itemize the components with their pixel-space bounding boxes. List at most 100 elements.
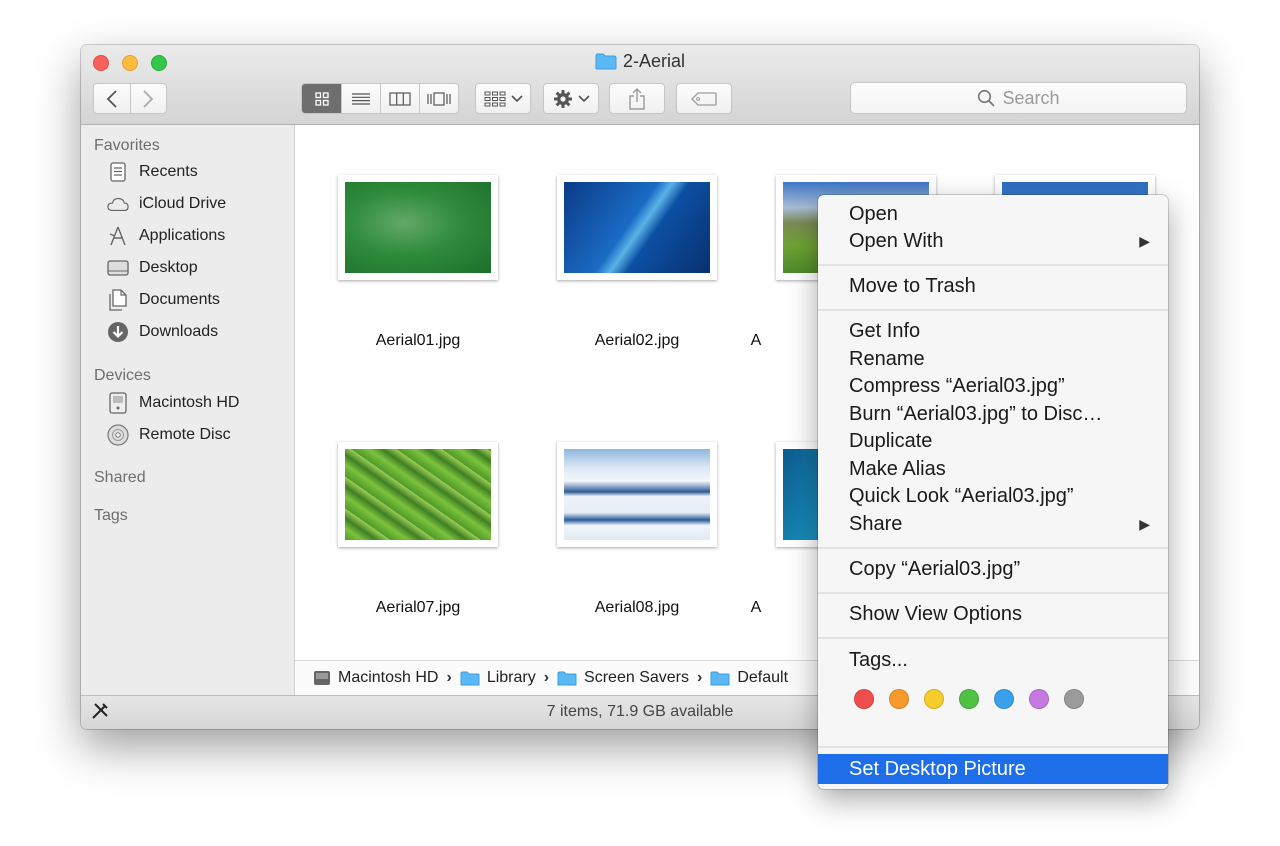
menu-separator (818, 592, 1168, 594)
arrange-button[interactable] (475, 83, 531, 114)
folder-icon (595, 53, 617, 75)
list-view-button[interactable] (341, 84, 380, 113)
tag-orange-button[interactable] (889, 689, 909, 709)
menu-item-get-info[interactable]: Get Info (818, 317, 1168, 345)
menu-item-share[interactable]: Share ▶ (818, 510, 1168, 538)
file-thumbnail (338, 175, 498, 280)
share-button[interactable] (609, 83, 665, 114)
folder-icon (710, 671, 730, 686)
path-segment-default[interactable]: Default (710, 669, 788, 687)
columns-icon (389, 91, 411, 106)
back-button[interactable] (94, 84, 130, 113)
sidebar-item-documents[interactable]: Documents (107, 287, 220, 313)
sidebar-item-label: Documents (139, 291, 220, 308)
tag-green-button[interactable] (959, 689, 979, 709)
search-icon (978, 89, 996, 107)
sidebar-item-downloads[interactable]: Downloads (107, 319, 218, 345)
file-thumbnail (338, 442, 498, 547)
cover-flow-view-button[interactable] (418, 84, 458, 113)
forward-button[interactable] (129, 84, 166, 113)
sidebar-section-tags[interactable]: Tags (94, 507, 128, 525)
grid-icon (315, 91, 329, 106)
gear-icon (553, 89, 572, 108)
path-separator-icon: › (446, 669, 452, 686)
sidebar-section-shared[interactable]: Shared (94, 469, 146, 487)
sidebar-item-label: Desktop (139, 259, 198, 276)
search-field[interactable]: Search (850, 82, 1187, 114)
path-segment-label: Macintosh HD (338, 669, 439, 686)
applications-icon (107, 225, 129, 247)
column-view-button[interactable] (380, 84, 419, 113)
context-menu: Open Open With ▶ Move to Trash Get Info … (818, 195, 1168, 789)
sidebar-item-macintosh-hd[interactable]: Macintosh HD (107, 390, 239, 416)
window-title-text: 2-Aerial (622, 51, 686, 71)
path-separator-icon: › (543, 669, 550, 686)
folder-icon (557, 671, 577, 686)
thumbnail-image (345, 449, 491, 540)
menu-item-set-desktop-picture[interactable]: Set Desktop Picture (818, 754, 1168, 784)
menu-separator (818, 746, 1168, 748)
sidebar-item-remote-disc[interactable]: Remote Disc (107, 422, 231, 448)
sidebar-item-icloud-drive[interactable]: iCloud Drive (107, 191, 226, 217)
action-button[interactable] (543, 83, 599, 114)
thumbnail-image (564, 182, 710, 273)
tag-icon (691, 91, 717, 106)
menu-item-duplicate[interactable]: Duplicate (818, 427, 1168, 455)
cloud-icon (107, 193, 129, 215)
file-name: Aerial07.jpg (375, 599, 461, 616)
disc-icon (107, 424, 129, 446)
path-segment-label: Screen Savers (584, 669, 689, 686)
tag-yellow-button[interactable] (924, 689, 944, 709)
menu-item-label: Share (849, 513, 903, 535)
path-segment-label: Library (486, 669, 536, 686)
sidebar-item-recents[interactable]: Recents (107, 159, 198, 185)
menu-item-show-view-options[interactable]: Show View Options (818, 600, 1168, 628)
menu-item-copy[interactable]: Copy “Aerial03.jpg” (818, 555, 1168, 583)
chevron-right-icon (143, 89, 154, 108)
menu-item-open[interactable]: Open (818, 200, 1168, 228)
documents-icon (107, 289, 129, 311)
submenu-arrow-icon: ▶ (1139, 233, 1150, 249)
menu-item-rename[interactable]: Rename (818, 345, 1168, 373)
menu-item-tags[interactable]: Tags... (818, 646, 1168, 674)
desktop-icon (107, 257, 129, 279)
sidebar-item-applications[interactable]: Applications (107, 223, 225, 249)
sidebar: Favorites Recents iCloud Drive Applicati… (81, 125, 295, 695)
menu-item-make-alias[interactable]: Make Alias (818, 455, 1168, 483)
tag-gray-button[interactable] (1064, 689, 1084, 709)
downloads-icon (107, 321, 129, 343)
tag-blue-button[interactable] (994, 689, 1014, 709)
sidebar-item-label: Downloads (139, 323, 219, 340)
menu-item-quick-look[interactable]: Quick Look “Aerial03.jpg” (818, 482, 1168, 510)
path-segment-library[interactable]: Library (460, 669, 536, 687)
path-separator-icon: › (696, 669, 703, 686)
sidebar-item-label: Recents (139, 163, 198, 180)
list-icon (352, 92, 371, 105)
titlebar: 2-Aerial Search (81, 45, 1199, 125)
menu-item-move-to-trash[interactable]: Move to Trash (818, 272, 1168, 300)
tag-red-button[interactable] (854, 689, 874, 709)
menu-item-compress[interactable]: Compress “Aerial03.jpg” (818, 372, 1168, 400)
menu-item-burn-to-disc[interactable]: Burn “Aerial03.jpg” to Disc… (818, 400, 1168, 428)
edit-tags-button[interactable] (676, 83, 732, 114)
arrange-grid-icon (484, 91, 505, 106)
menu-separator (818, 637, 1168, 639)
menu-separator (818, 309, 1168, 311)
path-segment-macintosh-hd[interactable]: Macintosh HD (313, 669, 438, 687)
menu-item-label: Open With (849, 230, 944, 252)
tag-purple-button[interactable] (1029, 689, 1049, 709)
sidebar-item-desktop[interactable]: Desktop (107, 255, 198, 281)
folder-icon (460, 671, 480, 686)
view-mode-control (301, 83, 459, 114)
sidebar-section-favorites: Favorites (94, 137, 160, 154)
search-placeholder: Search (1002, 87, 1060, 108)
icon-view-button[interactable] (302, 84, 342, 113)
chevron-down-icon (577, 94, 590, 102)
file-name: Aerial01.jpg (375, 332, 461, 349)
path-segment-label: Default (737, 669, 789, 686)
menu-item-open-with[interactable]: Open With ▶ (818, 227, 1168, 255)
chevron-down-icon (510, 94, 523, 102)
file-thumbnail (557, 175, 717, 280)
path-segment-screen-savers[interactable]: Screen Savers (557, 669, 689, 687)
thumbnail-image (564, 449, 710, 540)
